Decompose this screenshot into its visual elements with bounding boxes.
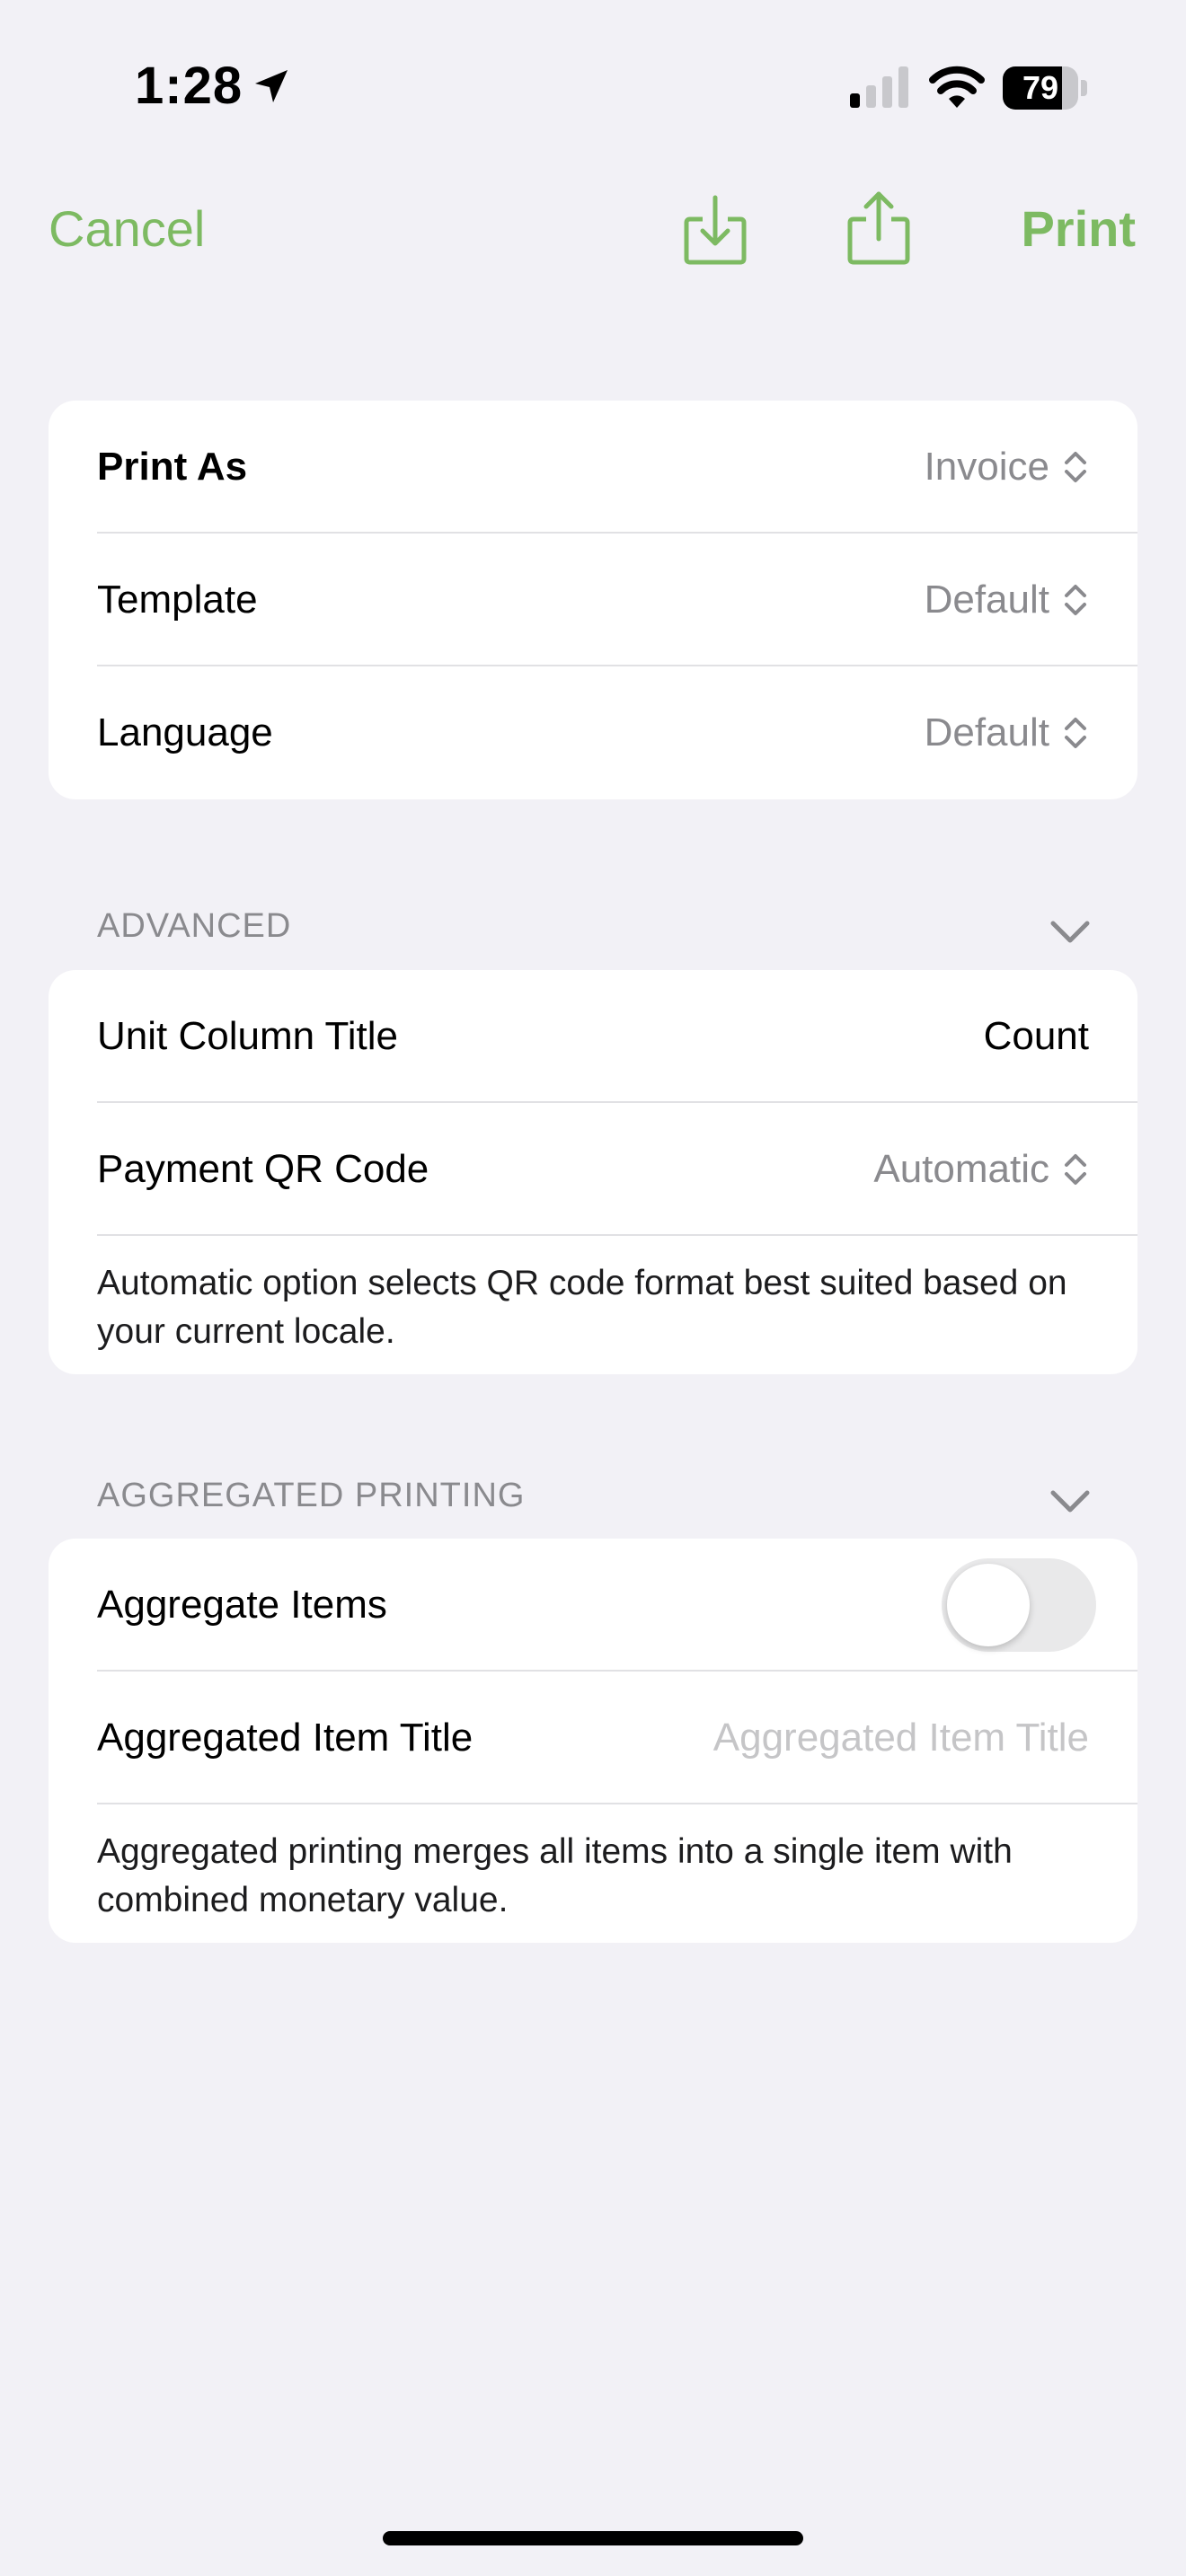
location-arrow-icon	[255, 70, 288, 102]
navigation-bar: Cancel Print	[0, 171, 1186, 287]
print-as-label: Print As	[97, 445, 248, 489]
aggregated-item-title-row[interactable]: Aggregated Item Title Aggregated Item Ti…	[49, 1672, 1137, 1804]
chevron-up-down-icon	[1065, 718, 1086, 748]
template-row[interactable]: Template Default	[49, 534, 1137, 666]
aggregated-printing-card: Aggregate Items Aggregated Item Title Ag…	[49, 1539, 1137, 1943]
payment-qr-code-row[interactable]: Payment QR Code Automatic	[49, 1103, 1137, 1236]
aggregate-items-row: Aggregate Items	[49, 1539, 1137, 1672]
status-bar: 1:28 79	[0, 0, 1186, 171]
cancel-button[interactable]: Cancel	[49, 199, 205, 258]
aggregated-item-title-input[interactable]: Aggregated Item Title	[713, 1672, 1089, 1804]
chevron-up-down-icon	[1065, 452, 1086, 482]
aggregate-items-label: Aggregate Items	[97, 1583, 387, 1627]
print-button[interactable]: Print	[1021, 199, 1136, 258]
language-value: Default	[924, 710, 1049, 754]
payment-qr-code-value: Automatic	[873, 1147, 1049, 1191]
home-indicator[interactable]	[383, 2531, 803, 2545]
aggregated-item-title-label: Aggregated Item Title	[97, 1716, 474, 1760]
wifi-icon	[929, 66, 985, 108]
template-value: Default	[924, 578, 1049, 622]
unit-column-title-row[interactable]: Unit Column Title Count	[49, 970, 1137, 1103]
template-picker[interactable]: Default	[925, 534, 1089, 666]
chevron-up-down-icon	[1065, 585, 1086, 615]
divider	[97, 1803, 1137, 1804]
payment-qr-footnote: Automatic option selects QR code format …	[97, 1264, 1067, 1351]
template-label: Template	[97, 578, 258, 622]
chevron-up-down-icon	[1065, 1154, 1086, 1185]
aggregated-printing-section-header[interactable]: AGGREGATED PRINTING	[97, 1477, 525, 1515]
cellular-signal-icon	[850, 66, 908, 108]
payment-qr-code-picker[interactable]: Automatic	[873, 1103, 1089, 1236]
language-picker[interactable]: Default	[925, 666, 1089, 799]
unit-column-title-field[interactable]: Count	[984, 970, 1089, 1103]
print-as-row[interactable]: Print As Invoice	[49, 401, 1137, 534]
download-icon[interactable]	[681, 192, 749, 268]
battery-percentage: 79	[1022, 69, 1059, 106]
status-time: 1:28	[135, 57, 243, 115]
advanced-section-header[interactable]: ADVANCED	[97, 907, 291, 946]
aggregated-printing-footnote: Aggregated printing merges all items int…	[97, 1832, 1013, 1919]
chevron-down-icon[interactable]	[1049, 918, 1091, 945]
advanced-card: Unit Column Title Count Payment QR Code …	[49, 970, 1137, 1374]
divider	[97, 1234, 1137, 1236]
chevron-down-icon[interactable]	[1049, 1487, 1091, 1514]
print-as-value: Invoice	[924, 445, 1049, 489]
print-settings-card: Print As Invoice Template Default Langua…	[49, 401, 1137, 799]
unit-column-title-label: Unit Column Title	[97, 1014, 399, 1058]
payment-qr-code-label: Payment QR Code	[97, 1147, 429, 1191]
language-label: Language	[97, 710, 273, 754]
toggle-knob	[947, 1564, 1030, 1646]
print-as-picker[interactable]: Invoice	[925, 401, 1089, 534]
share-icon[interactable]	[845, 187, 913, 268]
battery-icon: 79	[1003, 66, 1087, 110]
language-row[interactable]: Language Default	[49, 666, 1137, 799]
aggregate-items-toggle[interactable]	[942, 1558, 1096, 1652]
